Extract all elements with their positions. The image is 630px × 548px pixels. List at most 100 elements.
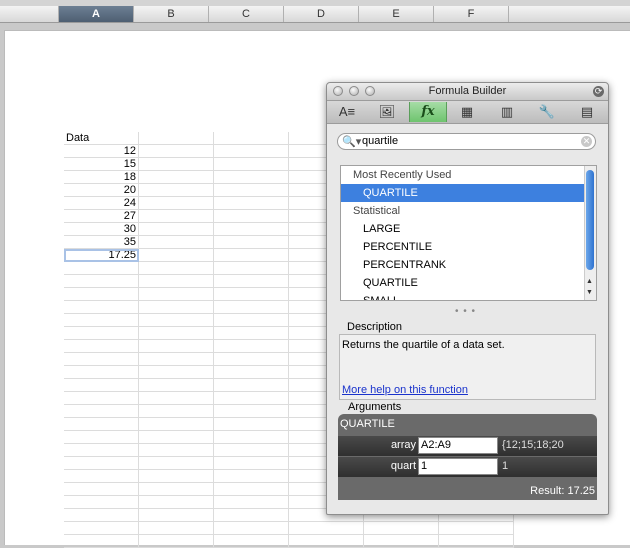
- sheet-cell[interactable]: [64, 366, 139, 379]
- row-header-corner[interactable]: [0, 6, 59, 22]
- sheet-cell[interactable]: [139, 535, 214, 548]
- sheet-cell[interactable]: [64, 457, 139, 470]
- sheet-cell[interactable]: [289, 535, 364, 548]
- sheet-cell[interactable]: [64, 496, 139, 509]
- sheet-cell[interactable]: [64, 288, 139, 301]
- sheet-cell[interactable]: [214, 535, 289, 548]
- sheet-cell[interactable]: [214, 262, 289, 275]
- sheet-cell[interactable]: [214, 431, 289, 444]
- sheet-cell[interactable]: [139, 522, 214, 535]
- sheet-cell[interactable]: [214, 405, 289, 418]
- sheet-cell[interactable]: [64, 431, 139, 444]
- sheet-cell[interactable]: [139, 418, 214, 431]
- column-header-d[interactable]: D: [284, 6, 359, 22]
- sheet-cell[interactable]: [139, 366, 214, 379]
- sheet-cell[interactable]: [214, 210, 289, 223]
- sheet-cell[interactable]: [139, 132, 214, 145]
- sheet-cell[interactable]: [139, 379, 214, 392]
- sheet-cell[interactable]: [139, 288, 214, 301]
- sheet-cell[interactable]: [64, 509, 139, 522]
- sheet-cell[interactable]: [214, 288, 289, 301]
- sheet-cell[interactable]: [214, 223, 289, 236]
- sheet-cell[interactable]: [214, 353, 289, 366]
- sheet-cell[interactable]: [139, 470, 214, 483]
- sheet-cell[interactable]: [289, 522, 364, 535]
- search-input[interactable]: quartile: [362, 135, 398, 147]
- sheet-cell[interactable]: [214, 158, 289, 171]
- sheet-cell[interactable]: [139, 184, 214, 197]
- sheet-cell[interactable]: 20: [64, 184, 139, 197]
- sheet-cell[interactable]: [139, 171, 214, 184]
- sheet-cell[interactable]: [214, 171, 289, 184]
- sheet-cell[interactable]: [139, 158, 214, 171]
- sheet-cell[interactable]: [439, 522, 514, 535]
- sheet-cell[interactable]: [214, 366, 289, 379]
- sheet-cell[interactable]: [214, 340, 289, 353]
- sheet-cell[interactable]: [64, 418, 139, 431]
- sheet-cell[interactable]: 27: [64, 210, 139, 223]
- sheet-cell[interactable]: [214, 132, 289, 145]
- sheet-cell[interactable]: [139, 496, 214, 509]
- sheet-cell[interactable]: [214, 379, 289, 392]
- sheet-cell[interactable]: [139, 249, 214, 262]
- sheet-cell[interactable]: [64, 340, 139, 353]
- sheet-cell[interactable]: [139, 431, 214, 444]
- sheet-cell[interactable]: [214, 197, 289, 210]
- media-icon[interactable]: ▦: [449, 102, 485, 122]
- fx-icon[interactable]: fx: [409, 102, 447, 122]
- vertical-scrollbar[interactable]: ▲ ▼: [584, 166, 596, 300]
- toolbox-icon[interactable]: ▤: [569, 102, 605, 122]
- sheet-cell[interactable]: 35: [64, 236, 139, 249]
- sheet-cell[interactable]: [139, 340, 214, 353]
- list-item[interactable]: LARGE: [341, 220, 596, 238]
- sheet-cell[interactable]: [64, 405, 139, 418]
- sheet-cell[interactable]: [139, 353, 214, 366]
- sheet-cell[interactable]: [139, 210, 214, 223]
- scrollbar-thumb[interactable]: [586, 170, 594, 270]
- sheet-cell[interactable]: [64, 522, 139, 535]
- sheet-cell[interactable]: [214, 145, 289, 158]
- list-item[interactable]: QUARTILE: [341, 184, 596, 202]
- more-help-link[interactable]: More help on this function: [342, 384, 468, 396]
- sheet-cell[interactable]: [64, 314, 139, 327]
- sheet-cell[interactable]: 17.25: [64, 249, 139, 262]
- sheet-cell[interactable]: [214, 470, 289, 483]
- sheet-cell[interactable]: [214, 509, 289, 522]
- sheet-cell[interactable]: [64, 470, 139, 483]
- array-argument-input[interactable]: A2:A9: [418, 437, 498, 454]
- sheet-cell[interactable]: [64, 327, 139, 340]
- sheet-cell[interactable]: [64, 535, 139, 548]
- sheet-cell[interactable]: [214, 249, 289, 262]
- sheet-cell[interactable]: [214, 522, 289, 535]
- sheet-cell[interactable]: [364, 522, 439, 535]
- list-item[interactable]: PERCENTILE: [341, 238, 596, 256]
- sheet-cell[interactable]: [214, 236, 289, 249]
- sheet-cell[interactable]: [139, 314, 214, 327]
- sheet-cell[interactable]: [214, 275, 289, 288]
- clear-search-icon[interactable]: ✕: [581, 136, 592, 147]
- sheet-cell[interactable]: [214, 444, 289, 457]
- scrapbook-icon[interactable]: ▥: [489, 102, 525, 122]
- sheet-cell[interactable]: [214, 457, 289, 470]
- list-item[interactable]: SMALL: [341, 292, 596, 300]
- sheet-cell[interactable]: [139, 444, 214, 457]
- sheet-cell[interactable]: [139, 262, 214, 275]
- sheet-cell[interactable]: 30: [64, 223, 139, 236]
- sheet-cell[interactable]: [214, 392, 289, 405]
- text-box-icon[interactable]: A≡: [329, 102, 365, 122]
- settings-icon[interactable]: ⟳: [593, 86, 604, 97]
- sheet-cell[interactable]: 12: [64, 145, 139, 158]
- function-list[interactable]: Most Recently Used QUARTILE Statistical LAR…: [340, 165, 597, 301]
- sheet-cell[interactable]: [139, 145, 214, 158]
- sheet-cell[interactable]: [214, 314, 289, 327]
- column-header-a[interactable]: A: [59, 6, 134, 22]
- resize-grip-icon[interactable]: • • •: [455, 306, 476, 317]
- column-header-f[interactable]: F: [434, 6, 509, 22]
- sheet-cell[interactable]: [364, 535, 439, 548]
- sheet-cell[interactable]: [139, 457, 214, 470]
- sheet-cell[interactable]: [139, 405, 214, 418]
- sheet-cell[interactable]: [64, 275, 139, 288]
- sheet-cell[interactable]: [64, 392, 139, 405]
- sheet-cell[interactable]: [214, 418, 289, 431]
- sheet-cell[interactable]: [64, 379, 139, 392]
